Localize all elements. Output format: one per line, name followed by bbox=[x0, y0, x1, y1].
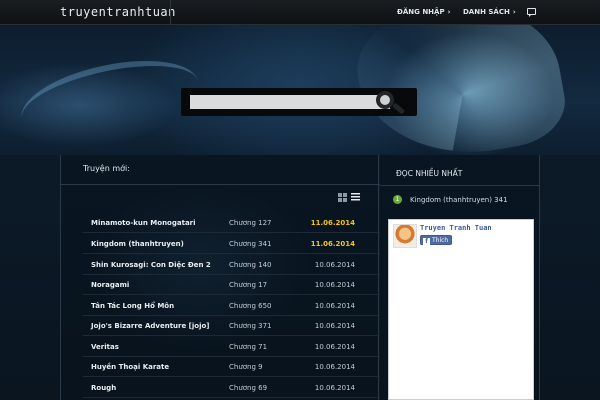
chevron-right-icon: › bbox=[512, 8, 516, 16]
divider bbox=[170, 0, 171, 25]
update-date: 10.06.2014 bbox=[314, 302, 355, 310]
manga-title[interactable]: Noragami bbox=[91, 281, 129, 289]
chapter-link[interactable]: Chương 17 bbox=[229, 281, 267, 289]
top-bar: truyentranhtuan ĐĂNG NHẬP › DANH SÁCH › bbox=[0, 0, 600, 25]
nav-login[interactable]: ĐĂNG NHẬP › bbox=[397, 8, 450, 16]
manga-title[interactable]: Veritas bbox=[91, 343, 119, 351]
most-read-panel: ĐỌC NHIỀU NHẤT 1 Kingdom (thanhtruyen) 3… bbox=[380, 155, 540, 400]
table-row[interactable]: Veritas Chương 71 10.06.2014 bbox=[83, 337, 380, 357]
nav-login-label: ĐĂNG NHẬP bbox=[397, 8, 445, 16]
latest-manga-panel: Truyện mới: Minamoto-kun Monogatari Chươ… bbox=[60, 155, 380, 400]
search-box bbox=[181, 88, 417, 116]
manga-title[interactable]: Jojo's Bizarre Adventure [jojo] bbox=[91, 322, 210, 330]
hero-banner bbox=[0, 25, 600, 155]
manga-title[interactable]: Minamoto-kun Monogatari bbox=[91, 219, 196, 227]
table-row[interactable]: Huyền Thoại Karate Chương 9 10.06.2014 bbox=[83, 357, 380, 377]
facebook-widget: Truyen Tranh Tuan f Thích bbox=[388, 219, 534, 400]
manga-title[interactable]: Tân Tác Long Hổ Môn bbox=[91, 302, 174, 310]
table-row[interactable]: Shin Kurosagi: Con Diệc Đen 2 Chương 140… bbox=[83, 255, 380, 275]
search-icon bbox=[376, 91, 394, 109]
chapter-link[interactable]: Chương 69 bbox=[229, 384, 267, 392]
chapter-link[interactable]: Chương 9 bbox=[229, 363, 263, 371]
table-row[interactable]: Noragami Chương 17 10.06.2014 bbox=[83, 275, 380, 295]
manga-title[interactable]: Shin Kurosagi: Con Diệc Đen 2 bbox=[91, 261, 211, 269]
table-row[interactable]: Tân Tác Long Hổ Môn Chương 650 10.06.201… bbox=[83, 296, 380, 316]
divider bbox=[380, 185, 540, 186]
table-row[interactable]: Rough Chương 69 10.06.2014 bbox=[83, 378, 380, 398]
facebook-f-icon: f bbox=[423, 238, 430, 245]
like-label: Thích bbox=[432, 237, 449, 244]
update-date: 10.06.2014 bbox=[314, 363, 355, 371]
panel-title: Truyện mới: bbox=[83, 164, 130, 173]
facebook-like-button[interactable]: f Thích bbox=[420, 235, 453, 245]
update-date: 11.06.2014 bbox=[310, 219, 355, 227]
site-logo[interactable]: truyentranhtuan bbox=[60, 5, 176, 19]
divider bbox=[61, 184, 380, 185]
list-view-icon[interactable] bbox=[351, 193, 360, 202]
nav-list[interactable]: DANH SÁCH › bbox=[463, 8, 516, 16]
dragon-tail-artwork bbox=[14, 47, 206, 153]
avatar[interactable] bbox=[393, 224, 417, 248]
table-row[interactable]: Jojo's Bizarre Adventure [jojo] Chương 3… bbox=[83, 316, 380, 336]
chapter-link[interactable]: Chương 341 bbox=[229, 240, 272, 248]
manga-title[interactable]: Rough bbox=[91, 384, 116, 392]
chat-bubble-icon[interactable] bbox=[527, 8, 536, 17]
facebook-page-name[interactable]: Truyen Tranh Tuan bbox=[420, 224, 492, 232]
update-date: 10.06.2014 bbox=[314, 322, 355, 330]
update-date: 11.06.2014 bbox=[310, 240, 355, 248]
nav-list-label: DANH SÁCH bbox=[463, 8, 510, 16]
manga-title[interactable]: Huyền Thoại Karate bbox=[91, 363, 169, 371]
chevron-right-icon: › bbox=[447, 8, 451, 16]
manga-title[interactable]: Kingdom (thanhtruyen) bbox=[91, 240, 184, 248]
chapter-link[interactable]: Chương 371 bbox=[229, 322, 272, 330]
update-date: 10.06.2014 bbox=[314, 261, 355, 269]
most-read-item[interactable]: Kingdom (thanhtruyen) 341 bbox=[410, 196, 508, 204]
chapter-link[interactable]: Chương 127 bbox=[229, 219, 272, 227]
rank-badge: 1 bbox=[393, 195, 402, 204]
update-date: 10.06.2014 bbox=[314, 343, 355, 351]
update-date: 10.06.2014 bbox=[314, 384, 355, 392]
chapter-link[interactable]: Chương 71 bbox=[229, 343, 267, 351]
chapter-link[interactable]: Chương 140 bbox=[229, 261, 272, 269]
search-button[interactable] bbox=[374, 90, 410, 115]
table-row[interactable]: Minamoto-kun Monogatari Chương 127 11.06… bbox=[83, 213, 380, 233]
table-row[interactable]: Kingdom (thanhtruyen) Chương 341 11.06.2… bbox=[83, 234, 380, 254]
update-date: 10.06.2014 bbox=[314, 281, 355, 289]
grid-view-icon[interactable] bbox=[338, 193, 347, 202]
chapter-link[interactable]: Chương 650 bbox=[229, 302, 272, 310]
panel-title: ĐỌC NHIỀU NHẤT bbox=[396, 169, 463, 178]
search-input[interactable] bbox=[190, 95, 390, 109]
search-icon-handle bbox=[391, 102, 406, 115]
